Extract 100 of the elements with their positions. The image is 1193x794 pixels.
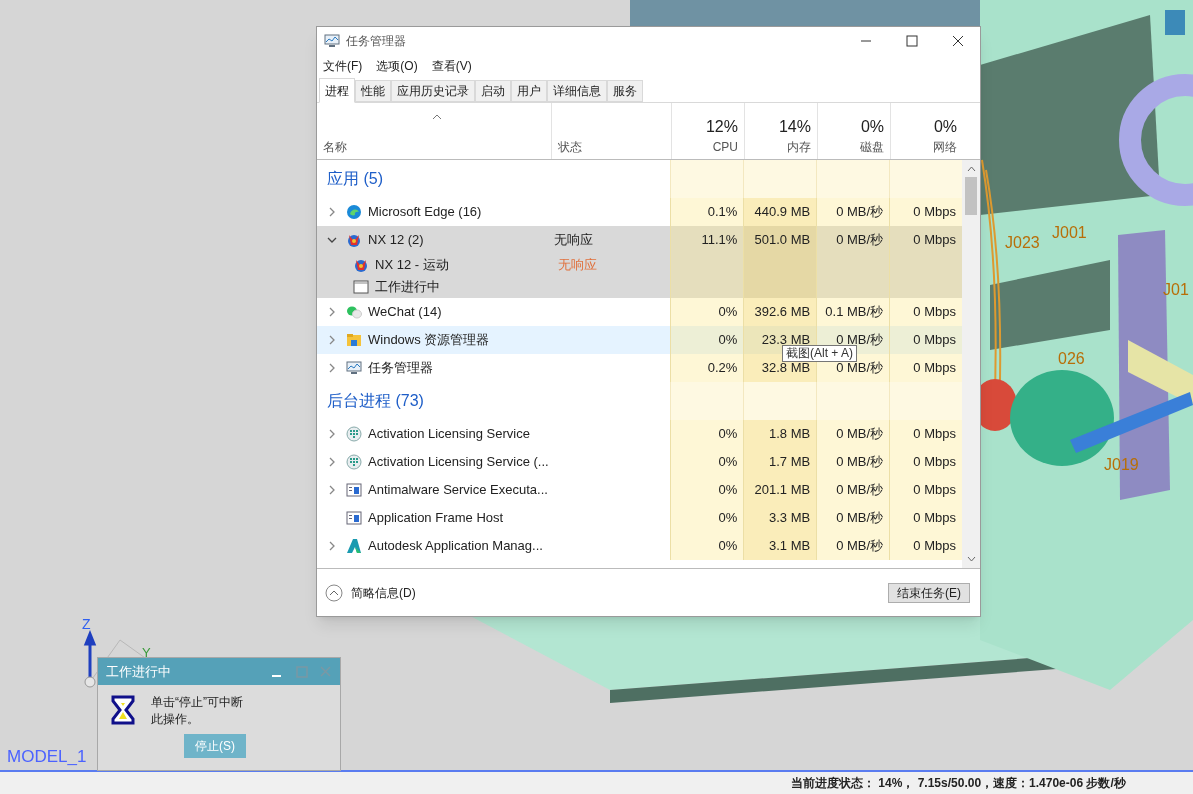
table-cell: 0 Mbps [889, 532, 962, 560]
z-axis-label: Z [82, 617, 91, 631]
joint-label: J01 [1163, 281, 1189, 298]
process-row[interactable]: Antimalware Service Executa... 0% 201.1 MB 0 MB/秒 0 Mbps [317, 476, 963, 504]
table-cell: 0 MB/秒 [816, 476, 890, 504]
table-cell: 0% [670, 476, 744, 504]
scrollbar[interactable] [962, 160, 980, 568]
joint-label: 026 [1058, 350, 1085, 367]
table-cell: 0 Mbps [889, 226, 962, 254]
collapse-up-icon[interactable] [325, 583, 343, 602]
table-cell: 0 Mbps [889, 354, 962, 382]
tooltip: 截图(Alt + A) [782, 345, 857, 362]
service-icon [346, 426, 362, 442]
process-row[interactable]: WeChat (14) 0% 392.6 MB 0.1 MB/秒 0 Mbps [317, 298, 963, 326]
process-row[interactable]: Microsoft Edge (16) 0.1% 440.9 MB 0 MB/秒 0 Mbps [317, 198, 963, 226]
block-part [1165, 10, 1185, 35]
process-name: Autodesk Application Manag... [368, 537, 543, 556]
joint-label: J019 [1104, 456, 1139, 473]
tab[interactable]: 启动 [475, 80, 511, 102]
column-label: CPU [712, 140, 738, 154]
process-status: 无响应 [553, 231, 593, 250]
process-row[interactable]: Autodesk Application Manag... 0% 3.1 MB 0 MB/秒 0 Mbps [317, 532, 963, 560]
process-row[interactable]: Activation Licensing Service (... 0% 1.7 MB 0 MB/秒 0 Mbps [317, 448, 963, 476]
column-label: 状态 [558, 140, 583, 154]
table-cell: 0 Mbps [889, 476, 962, 504]
table-cell: 0% [670, 532, 744, 560]
menu-item[interactable]: 选项(O) [376, 57, 418, 75]
table-cell: 201.1 MB [743, 476, 817, 504]
process-name: Activation Licensing Service (... [368, 453, 549, 472]
process-status: 无响应 [557, 256, 597, 275]
table-cell: 0 MB/秒 [816, 532, 890, 560]
menu-item[interactable]: 查看(V) [431, 57, 472, 75]
triangle-logo-icon [346, 538, 362, 554]
scroll-up-icon[interactable] [966, 166, 976, 172]
table-cell: 0 Mbps [889, 298, 962, 326]
tab[interactable]: 进程 [319, 78, 355, 103]
process-name: Microsoft Edge (16) [368, 203, 482, 222]
column-header[interactable]: 0% 网络 [890, 103, 963, 159]
maximize-icon[interactable] [906, 35, 918, 47]
hourglass-icon [111, 695, 135, 725]
tab[interactable]: 用户 [511, 80, 547, 102]
column-header[interactable]: 状态 [551, 103, 671, 159]
column-header[interactable]: 14% 内存 [744, 103, 817, 159]
column-label: 网络 [933, 140, 957, 154]
tab[interactable]: 服务 [607, 80, 643, 102]
window-title: 任务管理器 [346, 33, 406, 50]
table-cell: 0% [670, 448, 744, 476]
tab[interactable]: 性能 [355, 80, 391, 102]
tab[interactable]: 应用历史记录 [391, 80, 475, 102]
group-heading: 应用 (5) [327, 169, 383, 189]
table-cell: 0.1 MB/秒 [816, 298, 890, 326]
process-name: 工作进行中 [375, 278, 440, 297]
table-cell: 392.6 MB [743, 298, 817, 326]
table-cell: 0.1% [670, 198, 744, 226]
process-row[interactable]: Activation Licensing Service 0% 1.8 MB 0 MB/秒 0 Mbps [317, 420, 963, 448]
fewer-details-link[interactable]: 简略信息(D) [351, 583, 416, 602]
table-cell: 0 MB/秒 [816, 420, 890, 448]
joint-label: J023 [1005, 234, 1040, 251]
table-cell: 1.7 MB [743, 448, 817, 476]
service-icon [346, 454, 362, 470]
tab[interactable]: 详细信息 [547, 80, 607, 102]
close-icon[interactable] [952, 35, 964, 47]
scroll-down-icon[interactable] [966, 556, 976, 562]
table-cell: 0 Mbps [889, 420, 962, 448]
progress-status-text: 当前进度状态： 14%， 7.15s/50.00，速度：1.470e-06 步数/秒 [791, 775, 1126, 792]
monitor-icon [324, 34, 340, 48]
dialog-message: 单击“停止”可中断此操作。 [151, 694, 244, 728]
table-cell: 0% [670, 420, 744, 448]
table-cell: 0 Mbps [889, 504, 962, 532]
column-header[interactable]: 12% CPU [671, 103, 744, 159]
process-name: WeChat (14) [368, 303, 442, 322]
window-icon [353, 279, 369, 295]
table-cell: 0% [670, 326, 744, 354]
sort-ascending-icon [432, 114, 442, 120]
usage-percent: 0% [860, 117, 884, 137]
table-cell: 0 MB/秒 [816, 504, 890, 532]
table-cell: 501.0 MB [743, 226, 817, 254]
table-cell: 0 Mbps [889, 326, 962, 354]
nx-logo-icon [353, 257, 369, 273]
process-row[interactable]: Application Frame Host 0% 3.3 MB 0 MB/秒 0 Mbps [317, 504, 963, 532]
usage-percent: 12% [705, 117, 738, 137]
process-name: NX 12 - 运动 [375, 256, 449, 275]
process-name: Activation Licensing Service [368, 425, 530, 444]
monitor-icon [346, 360, 362, 376]
process-name: NX 12 (2) [368, 231, 424, 250]
scrollbar-thumb[interactable] [965, 177, 977, 215]
dialog-title: 工作进行中 [106, 662, 171, 681]
table-cell: 0% [670, 298, 744, 326]
menu-item[interactable]: 文件(F) [323, 57, 363, 75]
chevron-down-icon[interactable] [326, 235, 337, 245]
table-cell: 3.1 MB [743, 532, 817, 560]
folder-icon [346, 332, 362, 348]
process-row[interactable]: NX 12 (2) 无响应 11.1% 501.0 MB 0 MB/秒 0 Mbps NX 12 - 运动 无响应 工作进行中 [317, 226, 963, 298]
column-header[interactable]: 名称 [317, 103, 551, 159]
table-cell: 1.8 MB [743, 420, 817, 448]
column-label: 磁盘 [860, 140, 884, 154]
table-cell: 0% [670, 504, 744, 532]
table-cell: 0 Mbps [889, 448, 962, 476]
column-header[interactable]: 0% 磁盘 [817, 103, 890, 159]
end-task-button[interactable]: 结束任务(E) [888, 582, 970, 603]
